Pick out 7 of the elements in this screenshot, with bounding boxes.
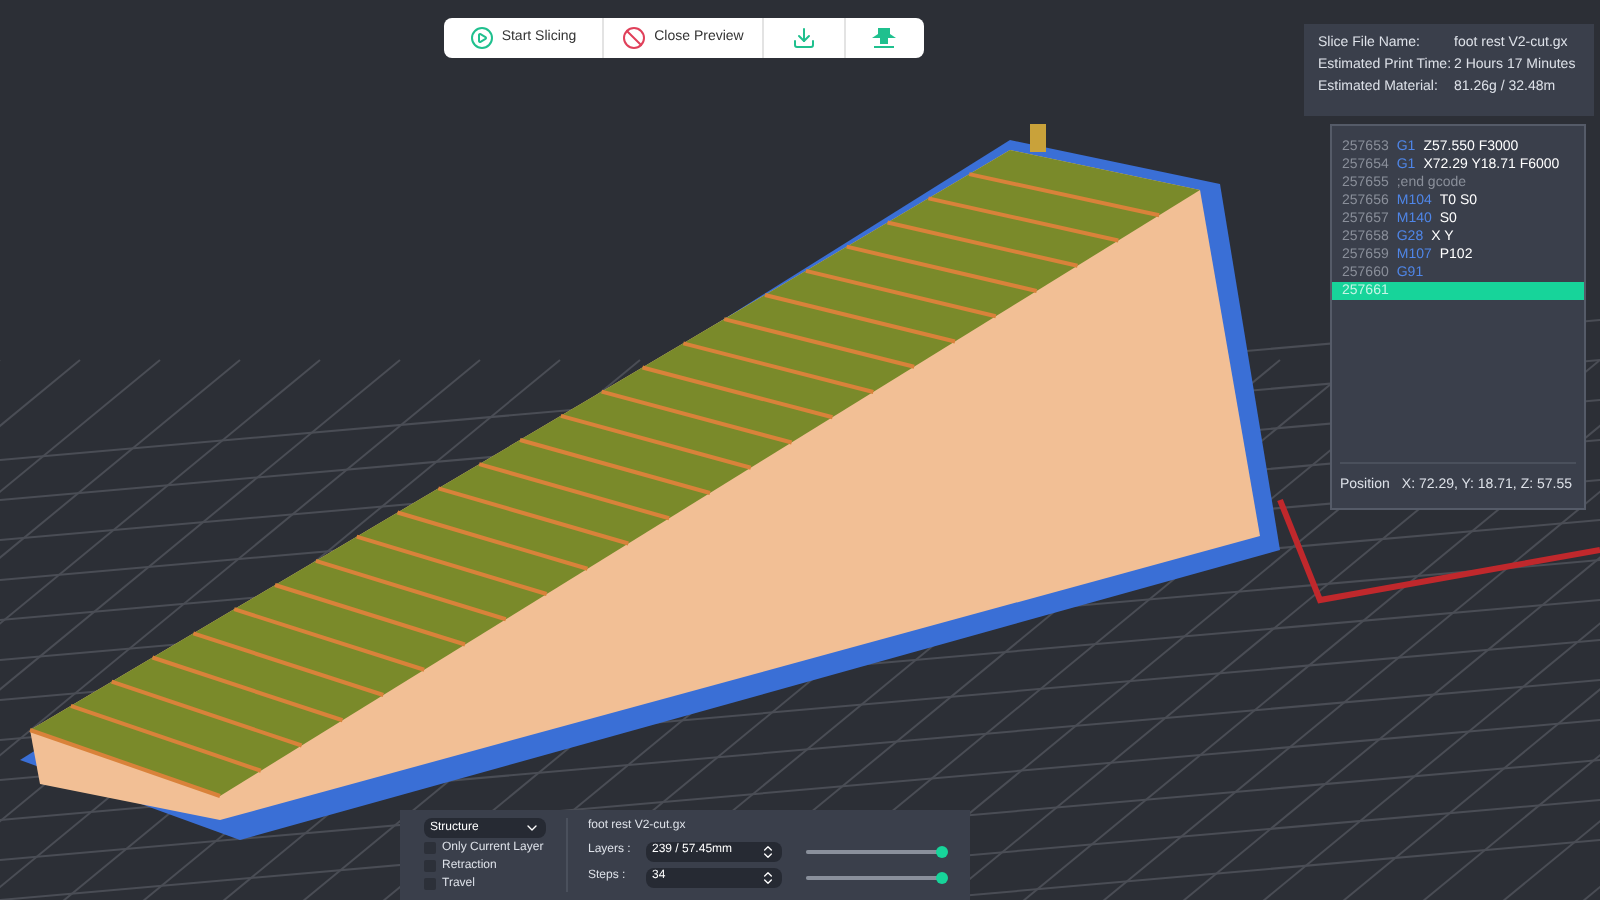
printer-icon	[870, 26, 899, 50]
no-entry-icon	[622, 26, 647, 50]
caret-icon	[524, 820, 540, 836]
stepper-icon	[760, 843, 776, 859]
play-icon	[469, 26, 494, 50]
stepper-icon	[760, 869, 776, 885]
download-icon	[791, 26, 816, 50]
